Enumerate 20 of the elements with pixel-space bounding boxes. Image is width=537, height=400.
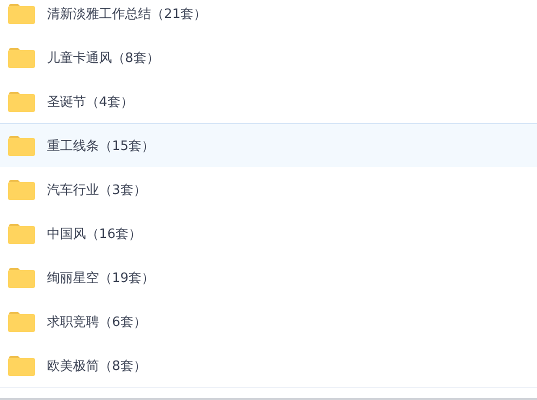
folder-icon [8, 311, 35, 332]
folder-name: 圣诞节（4套） [47, 94, 134, 110]
folder-name: 重工线条（15套） [47, 138, 155, 154]
folder-name: 汽车行业（3套） [47, 182, 146, 198]
folder-icon [8, 47, 35, 68]
folder-icon [8, 3, 35, 24]
folder-name: 绚丽星空（19套） [47, 270, 155, 286]
folder-icon [8, 135, 35, 156]
folder-name: 求职竞聘（6套） [47, 314, 146, 330]
folder-name: 欧美极简（8套） [47, 358, 146, 374]
folder-icon [8, 223, 35, 244]
folder-row[interactable]: 重工线条（15套） [0, 123, 537, 168]
folder-icon [8, 91, 35, 112]
folder-name: 中国风（16套） [47, 226, 142, 242]
folder-row[interactable]: 欧美极简（8套） [0, 343, 537, 388]
folder-name: 儿童卡通风（8套） [47, 50, 160, 66]
folder-icon [8, 355, 35, 376]
folder-name: 清新淡雅工作总结（21套） [47, 6, 207, 22]
folder-icon [8, 179, 35, 200]
folder-icon [8, 267, 35, 288]
